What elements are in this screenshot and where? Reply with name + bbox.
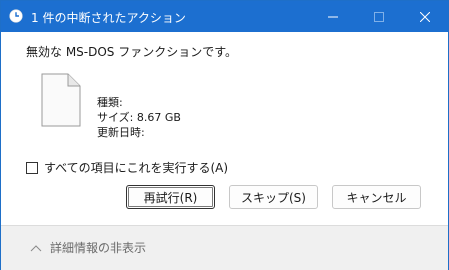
error-message: 無効な MS-DOS ファンクションです。	[26, 45, 238, 59]
cancel-button[interactable]: キャンセル	[332, 185, 421, 209]
clock-icon	[9, 9, 23, 23]
apply-all-checkbox[interactable]: すべての項目にこれを実行する(A)	[26, 159, 228, 176]
file-size-label: サイズ: 8.67 GB	[97, 111, 181, 124]
dialog-content: 無効な MS-DOS ファンクションです。 種類: サイズ: 8.67 GB 更…	[1, 32, 448, 225]
minimize-icon	[328, 16, 338, 17]
details-toggle-label[interactable]: 詳細情報の非表示	[50, 239, 146, 256]
dialog-window: 1 件の中断されたアクション 無効な MS-DOS ファンクションです。 種類:…	[0, 0, 449, 270]
apply-all-label[interactable]: すべての項目にこれを実行する(A)	[44, 159, 228, 176]
close-button[interactable]	[402, 1, 448, 32]
maximize-icon	[374, 11, 384, 22]
minimize-button[interactable]	[310, 1, 356, 32]
close-icon	[420, 11, 430, 22]
window-title: 1 件の中断されたアクション	[31, 11, 186, 25]
file-modified-label: 更新日時:	[97, 126, 145, 139]
retry-button[interactable]: 再試行(R)	[126, 185, 215, 209]
file-type-label: 種類:	[97, 96, 123, 109]
details-footer: 詳細情報の非表示	[1, 225, 448, 270]
checkbox-box[interactable]	[26, 161, 38, 174]
blank-file-icon	[38, 72, 82, 128]
details-toggle[interactable]: 詳細情報の非表示	[30, 239, 146, 256]
title-bar[interactable]: 1 件の中断されたアクション	[1, 1, 448, 32]
skip-button[interactable]: スキップ(S)	[229, 185, 318, 209]
chevron-up-icon	[30, 244, 42, 251]
maximize-button	[356, 1, 402, 32]
